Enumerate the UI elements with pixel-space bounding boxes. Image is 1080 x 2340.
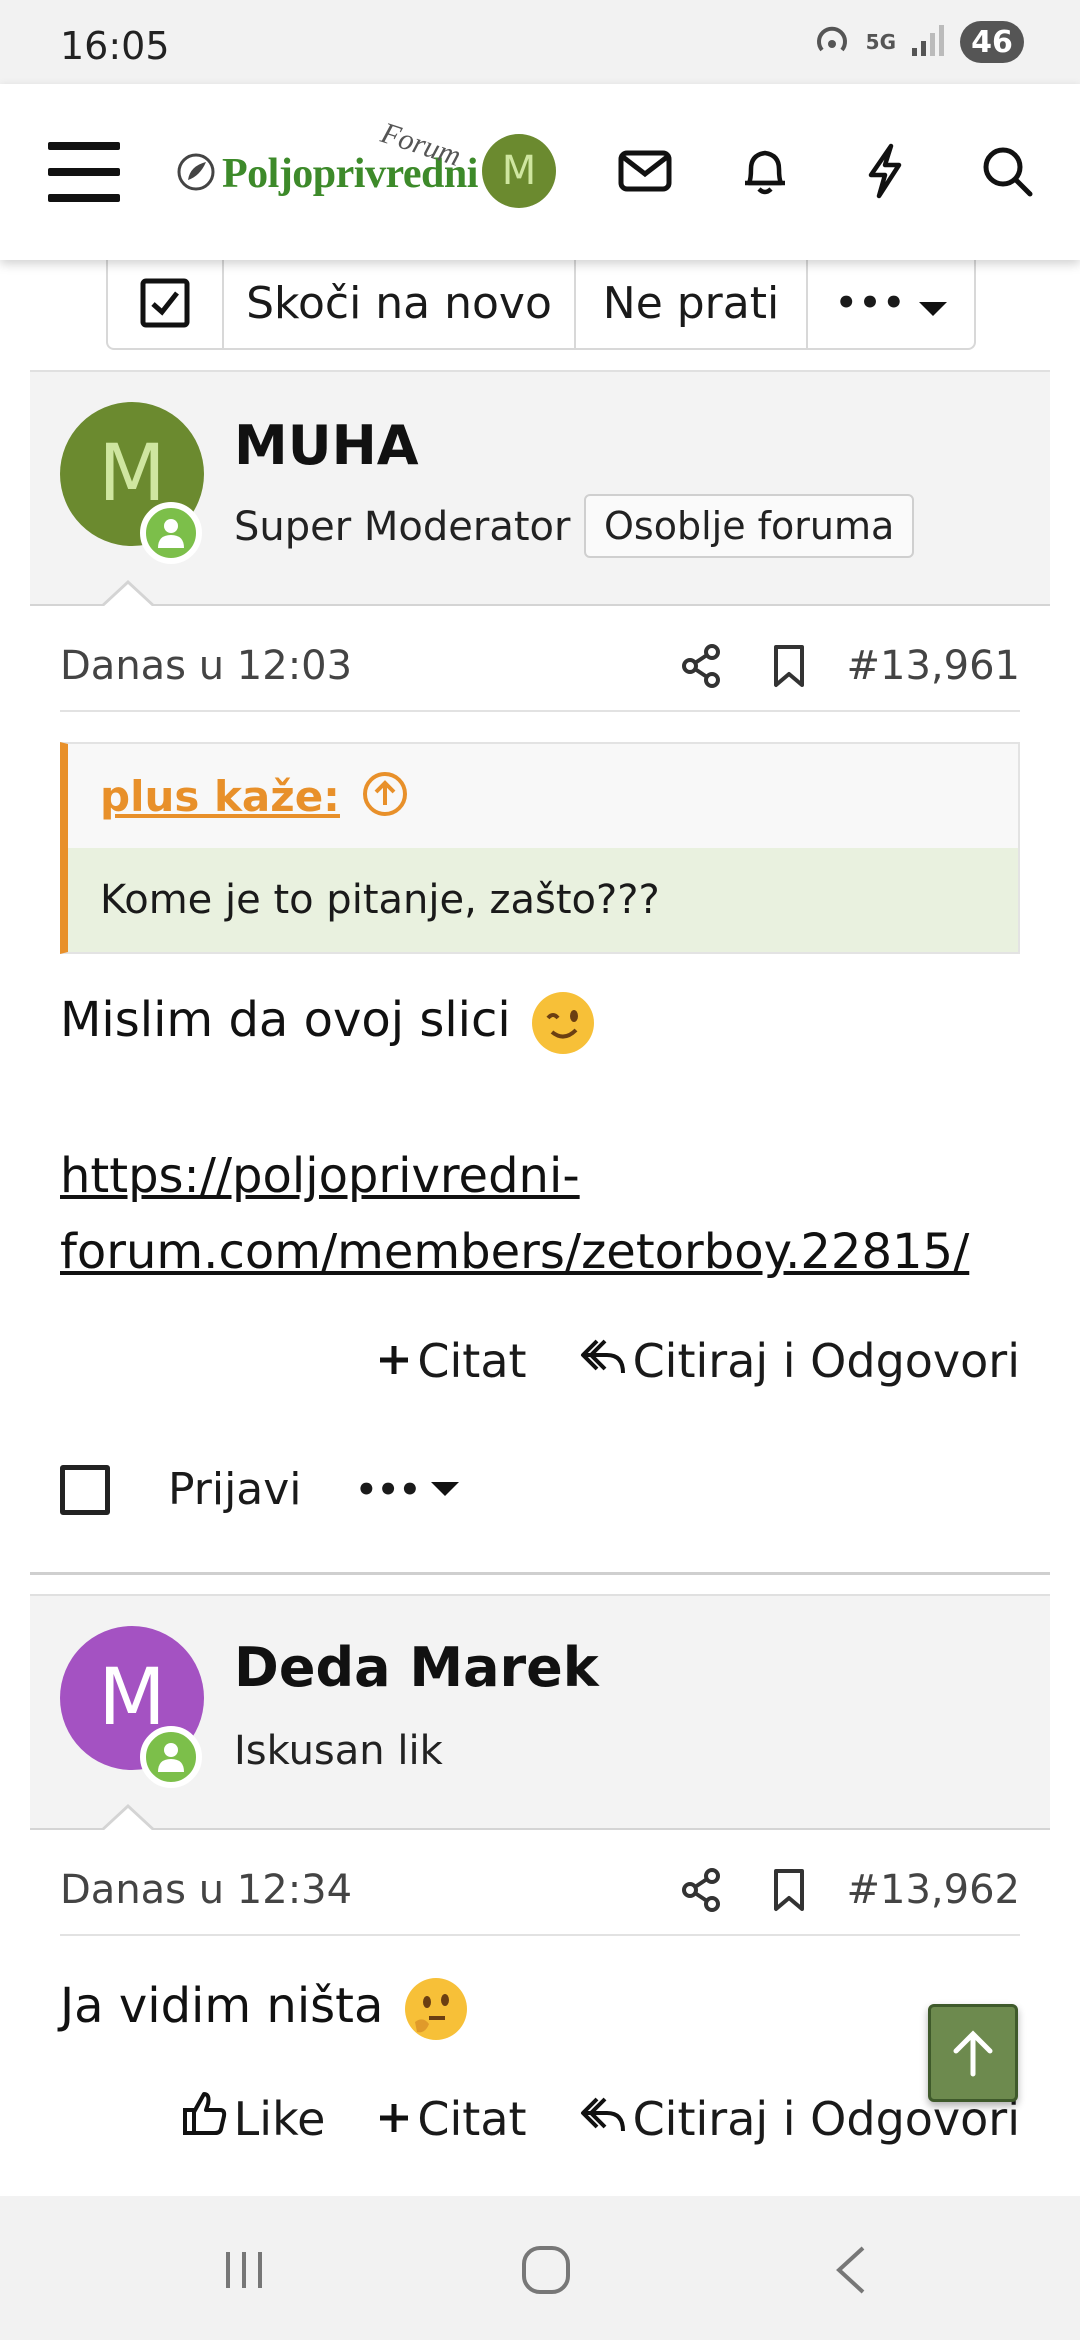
more-label: ••• <box>835 283 907 323</box>
arrow-up-icon <box>953 2030 993 2077</box>
envelope-icon[interactable] <box>612 138 678 204</box>
post-username[interactable]: MUHA <box>234 414 419 477</box>
message-text: Mislim da ovoj slici <box>60 992 511 1048</box>
battery-badge: 46 <box>960 21 1024 63</box>
reply-icon <box>579 2092 627 2146</box>
post-message: Ja vidim ništa <box>60 1968 467 2044</box>
post-meta: Danas u 12:34 #13,962 <box>60 1846 1020 1936</box>
plus-icon <box>377 1334 411 1388</box>
scroll-to-top-button[interactable] <box>928 2004 1018 2102</box>
status-bar: 16:05 5G 46 <box>0 0 1080 84</box>
quote-header: plus kaže: <box>68 744 1018 848</box>
pointer-arrow-fill <box>102 1808 154 1832</box>
online-status-icon <box>140 1726 202 1788</box>
reply-action[interactable]: Citiraj i Odgovori <box>579 1334 1020 1388</box>
signal-icon <box>910 22 946 62</box>
wink-emoji-icon <box>532 992 594 1054</box>
share-icon[interactable] <box>671 644 731 688</box>
bookmark-icon[interactable] <box>759 1868 819 1912</box>
profile-link-line1[interactable]: https://poljoprivredni- <box>60 1148 580 1204</box>
caret-down-icon <box>430 1481 459 1496</box>
pointer-arrow-fill <box>102 584 154 608</box>
bell-icon[interactable] <box>732 138 798 204</box>
status-icons: 5G 46 <box>812 20 1024 64</box>
quote-author-link[interactable]: plus kaže: <box>100 772 340 821</box>
reply-label: Citiraj i Odgovori <box>632 1334 1020 1388</box>
quote-action[interactable]: Citat <box>377 2091 527 2146</box>
jump-to-new-button[interactable]: Skoči na novo <box>224 258 576 348</box>
site-header: Poljoprivredni Forum M <box>0 84 1080 260</box>
quote-label: Citat <box>417 1334 527 1388</box>
post-actions: Citat Citiraj i Odgovori <box>377 1334 1020 1388</box>
quote-label: Citat <box>417 2091 527 2146</box>
circle-arrow-up-icon[interactable] <box>362 771 408 821</box>
thumbs-up-icon <box>182 2090 228 2147</box>
back-icon[interactable] <box>826 2240 876 2300</box>
post-user-header: M Deda Marek Iskusan lik <box>30 1594 1050 1830</box>
quote-text: Kome je to pitanje, zašto??? <box>68 848 1018 952</box>
post-user-header: M MUHA Super Moderator Osoblje foruma <box>30 370 1050 606</box>
quote-block: plus kaže: Kome je to pitanje, zašto??? <box>60 742 1020 954</box>
like-action[interactable]: Like <box>182 2090 326 2147</box>
report-link[interactable]: Prijavi <box>168 1464 302 1515</box>
user-avatar[interactable]: M <box>482 134 556 208</box>
post-message: Mislim da ovoj slici <box>60 982 594 1058</box>
post-date[interactable]: Danas u 12:03 <box>60 643 671 689</box>
post-actions: Like Citat Citiraj i Odgovori <box>182 2090 1020 2147</box>
menu-icon[interactable] <box>48 142 120 202</box>
leaf-logo-icon <box>176 152 216 196</box>
status-time: 16:05 <box>60 24 170 68</box>
message-text: Ja vidim ništa <box>60 1978 384 2034</box>
like-label: Like <box>233 2091 326 2146</box>
search-icon[interactable] <box>974 138 1040 204</box>
site-logo[interactable]: Poljoprivredni Forum <box>176 116 478 206</box>
quote-action[interactable]: Citat <box>377 1334 527 1388</box>
network-label: 5G <box>865 30 896 54</box>
plus-icon <box>377 2092 411 2146</box>
system-nav-bar <box>0 2196 1080 2340</box>
user-banner: Osoblje foruma <box>584 494 915 558</box>
bookmark-icon[interactable] <box>759 644 819 688</box>
home-icon[interactable] <box>516 2240 576 2300</box>
post-date[interactable]: Danas u 12:34 <box>60 1867 671 1913</box>
profile-link-line2[interactable]: forum.com/members/zetorboy.22815/ <box>60 1224 969 1280</box>
post-meta: Danas u 12:03 #13,961 <box>60 622 1020 712</box>
post-user-title: Iskusan lik <box>234 1728 443 1774</box>
post-footer: Prijavi ••• <box>60 1464 459 1515</box>
thinking-emoji-icon <box>404 1978 467 2040</box>
hotspot-icon <box>812 20 852 64</box>
bolt-icon[interactable] <box>852 138 918 204</box>
post-more-button[interactable]: ••• <box>356 1470 459 1510</box>
post-user-title: Super Moderator <box>234 504 571 550</box>
post-link[interactable]: https://poljoprivredni- forum.com/member… <box>60 1138 969 1290</box>
more-options-button[interactable]: ••• <box>808 258 974 348</box>
recent-apps-icon[interactable] <box>216 2240 272 2300</box>
post-username[interactable]: Deda Marek <box>234 1636 599 1699</box>
select-checkbox[interactable] <box>108 258 224 348</box>
caret-down-icon <box>918 278 947 329</box>
thread-toolbar: Skoči na novo Ne prati ••• <box>106 258 976 350</box>
select-post-checkbox[interactable] <box>60 1464 110 1515</box>
unwatch-button[interactable]: Ne prati <box>576 258 808 348</box>
post-divider <box>30 1572 1050 1575</box>
online-status-icon <box>140 502 202 564</box>
post-number[interactable]: #13,961 <box>847 643 1020 689</box>
post-number[interactable]: #13,962 <box>847 1867 1020 1913</box>
share-icon[interactable] <box>671 1868 731 1912</box>
reply-icon <box>579 1334 627 1388</box>
more-label: ••• <box>355 1469 421 1510</box>
